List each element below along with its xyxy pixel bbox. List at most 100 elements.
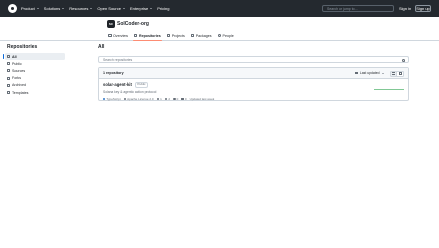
book-icon <box>108 33 112 38</box>
sign-up-button[interactable]: Sign up <box>415 5 431 12</box>
stars-count: 2 <box>168 96 171 101</box>
visibility-badge: Public <box>134 82 149 88</box>
github-logo-icon[interactable] <box>8 4 17 13</box>
chevron-down-icon <box>382 72 384 74</box>
nav-label: Solutions <box>43 6 61 11</box>
list-icon <box>391 72 396 75</box>
global-search[interactable] <box>322 5 394 12</box>
sidebar-item-label: All <box>12 54 17 59</box>
sort-dropdown[interactable]: Last updated <box>355 71 384 75</box>
view-toggle <box>390 70 404 77</box>
repo-search-input[interactable] <box>103 57 383 62</box>
chevron-down-icon <box>36 8 39 9</box>
sidebar-item-templates[interactable]: Templates <box>5 89 65 96</box>
repo-stars[interactable]: 2 <box>164 96 171 101</box>
repo-list-box: 1 repository Last updated solar-agent-ki… <box>98 67 409 101</box>
card-view-button[interactable] <box>397 70 404 77</box>
sidebar-item-label: Public <box>12 61 22 66</box>
repo-count: 1 repository <box>103 71 124 75</box>
page-content: Repositories All Public Sources Forks Ar… <box>0 41 439 248</box>
sidebar-list: All Public Sources Forks Archived Templa… <box>3 53 65 96</box>
page-title: All <box>98 44 105 50</box>
pr-count: 0 <box>184 96 187 101</box>
nav-label: Resources <box>69 6 89 11</box>
global-search-input[interactable] <box>327 6 387 11</box>
fork-icon <box>156 97 160 101</box>
tab-repositories[interactable]: Repositories <box>132 30 162 41</box>
chevron-down-icon <box>122 8 125 9</box>
tab-overview[interactable]: Overview <box>108 30 128 41</box>
repo-search[interactable] <box>98 56 409 63</box>
chevron-down-icon <box>90 8 93 9</box>
list-item: solar-agent-kit Public Solana key & agen… <box>99 79 408 101</box>
repo-icon <box>7 55 10 59</box>
language-label: TypeScript <box>106 96 121 101</box>
sign-in-link[interactable]: Sign in <box>399 5 411 12</box>
code-icon <box>7 69 10 73</box>
sidebar-item-label: Forks <box>12 76 21 81</box>
star-icon <box>164 97 168 101</box>
global-header: Product Solutions Resources Open Source … <box>0 0 439 17</box>
tab-packages[interactable]: Packages <box>190 30 212 41</box>
repo-language: TypeScript <box>103 97 121 101</box>
person-icon <box>217 33 222 38</box>
repo-filter-sidebar: Repositories All Public Sources Forks Ar… <box>3 44 65 96</box>
org-name[interactable]: SolCoder-org <box>117 20 149 28</box>
fork-icon <box>7 76 10 80</box>
template-icon <box>7 91 10 95</box>
pull-request-icon <box>181 97 184 101</box>
repo-updated: Updated last week <box>189 96 215 101</box>
sidebar-item-all[interactable]: All <box>3 53 65 61</box>
sidebar-item-sources[interactable]: Sources <box>5 67 65 74</box>
repo-license: Apache License 2.0 <box>123 96 154 101</box>
sidebar-item-label: Templates <box>12 90 29 95</box>
repo-name-link[interactable]: solar-agent-kit <box>103 82 132 87</box>
language-color-dot <box>103 97 106 100</box>
nav-solutions[interactable]: Solutions <box>43 6 65 11</box>
search-icon[interactable] <box>402 58 405 62</box>
tab-label: Overview <box>113 33 128 38</box>
tab-people[interactable]: People <box>217 30 234 41</box>
package-icon <box>190 33 195 38</box>
sidebar-title: Repositories <box>7 44 38 50</box>
sidebar-item-label: Archived <box>12 83 26 88</box>
nav-label: Enterprise <box>129 6 149 11</box>
repo-pull-requests[interactable]: 0 <box>181 96 187 101</box>
chevron-down-icon <box>150 8 153 9</box>
tab-label: Repositories <box>138 33 161 38</box>
org-tabs: Overview Repositories Projects Packages … <box>108 30 234 41</box>
repo-icon <box>133 33 138 38</box>
law-icon <box>123 97 127 101</box>
nav-enterprise[interactable]: Enterprise <box>129 6 153 11</box>
sort-label: Last updated <box>359 71 380 75</box>
repo-list-main: All 1 repository Last updated s <box>98 44 409 101</box>
table-icon <box>166 33 171 38</box>
nav-pricing[interactable]: Pricing <box>157 6 169 11</box>
repo-forks[interactable]: 1 <box>156 97 162 101</box>
nav-resources[interactable]: Resources <box>69 6 93 11</box>
issues-count: 0 <box>176 96 179 101</box>
globe-icon <box>7 62 10 66</box>
org-avatar[interactable]: SC <box>107 20 115 28</box>
tab-label: Projects <box>171 33 185 38</box>
issue-icon <box>173 97 176 101</box>
license-label: Apache License 2.0 <box>127 96 154 101</box>
repo-title-line: solar-agent-kit Public <box>103 82 404 88</box>
tab-projects[interactable]: Projects <box>166 30 185 41</box>
activity-sparkline <box>374 88 404 90</box>
repo-issues[interactable]: 0 <box>173 97 178 101</box>
nav-label: Product <box>21 6 35 11</box>
list-view-button[interactable] <box>390 70 397 77</box>
top-nav: Product Solutions Resources Open Source … <box>21 0 169 17</box>
nav-product[interactable]: Product <box>21 6 39 11</box>
repo-description: Solana key & agentic action protocol <box>103 90 157 95</box>
sidebar-item-public[interactable]: Public <box>5 60 65 67</box>
archive-icon <box>7 83 10 87</box>
chevron-down-icon <box>62 8 65 9</box>
sort-icon <box>355 71 359 75</box>
org-header: SC SolCoder-org Overview Repositories Pr… <box>0 17 439 41</box>
nav-open-source[interactable]: Open Source <box>97 6 125 11</box>
sidebar-item-forks[interactable]: Forks <box>5 75 65 82</box>
repo-meta: TypeScript Apache License 2.0 1 2 0 0 Up… <box>103 97 404 101</box>
sidebar-item-archived[interactable]: Archived <box>5 82 65 89</box>
